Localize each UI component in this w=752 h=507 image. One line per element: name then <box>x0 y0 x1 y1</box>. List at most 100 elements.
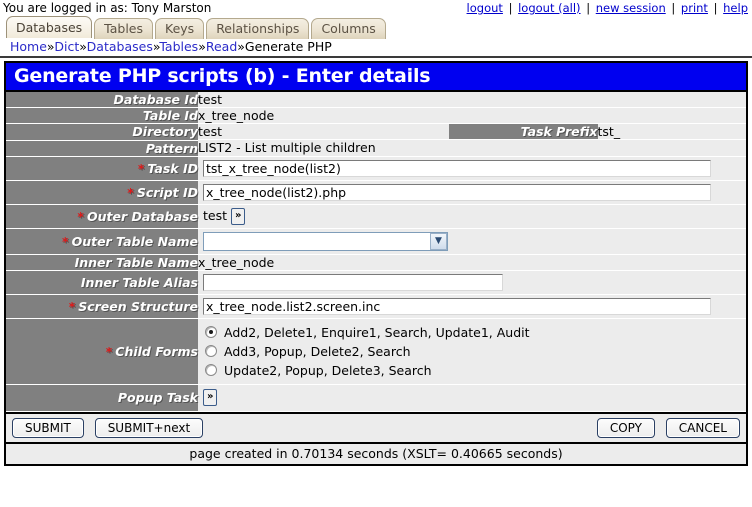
label-text-child-forms: Child Forms <box>115 343 198 359</box>
inner-table-alias-input[interactable] <box>203 273 503 291</box>
row-database-id: Database Id test <box>6 92 746 108</box>
label-directory: Directory <box>6 123 198 141</box>
breadcrumb-item-databases[interactable]: Databases <box>87 39 153 54</box>
submit-next-button[interactable]: SUBMIT+next <box>94 417 204 438</box>
logout-link[interactable]: logout <box>467 1 503 15</box>
cell-task-id <box>198 156 746 181</box>
required-marker-child-forms: * <box>105 343 113 359</box>
breadcrumb-sep-2: » <box>79 39 87 54</box>
label-database-id: Database Id <box>6 92 198 108</box>
child-forms-option-2[interactable]: Add3, Popup, Delete2, Search <box>203 342 746 361</box>
page-footer: page created in 0.70134 seconds (XSLT= 0… <box>6 441 746 464</box>
label-screen-structure: * Screen Structure <box>6 294 198 319</box>
outer-table-name-select-wrap: ▼ <box>203 231 448 251</box>
label-task-id: * Task ID <box>6 156 198 181</box>
form-panel: Generate PHP scripts (b) - Enter details… <box>4 61 748 466</box>
outer-database-picker-button[interactable]: » <box>231 207 246 225</box>
radio-icon-option-2[interactable] <box>205 345 217 357</box>
label-task-prefix: Task Prefix <box>449 124 598 140</box>
row-screen-structure: * Screen Structure <box>6 294 746 319</box>
value-pattern: LIST2 - List multiple children <box>198 140 746 157</box>
outer-table-name-select[interactable] <box>203 231 448 251</box>
top-links: logout | logout (all) | new session | pr… <box>467 0 748 16</box>
cell-popup-task: » <box>198 384 746 412</box>
label-inner-table-name: Inner Table Name <box>6 254 198 271</box>
value-database-id: test <box>198 92 746 108</box>
copy-button[interactable]: COPY <box>596 417 655 438</box>
spacer-directory <box>381 124 449 140</box>
cell-outer-table-name: ▼ <box>198 228 746 255</box>
row-outer-database: * Outer Database test » <box>6 204 746 229</box>
button-bar: SUBMIT SUBMIT+next COPY CANCEL <box>6 411 746 442</box>
label-inner-table-alias: Inner Table Alias <box>6 270 198 295</box>
required-marker-task-id: * <box>137 160 145 176</box>
tab-tables[interactable]: Tables <box>94 18 153 39</box>
value-outer-database: test <box>203 207 228 223</box>
directory-subtable: test Task Prefix tst_ <box>198 124 746 140</box>
cell-child-forms: Add2, Delete1, Enquire1, Search, Update1… <box>198 318 746 385</box>
label-child-forms: * Child Forms <box>6 318 198 385</box>
required-marker-outer-table-name: * <box>62 233 69 249</box>
radio-icon-option-1[interactable] <box>205 326 217 338</box>
tab-keys[interactable]: Keys <box>155 18 205 39</box>
breadcrumb-item-dict[interactable]: Dict <box>54 39 79 54</box>
details-form: Database Id test Table Id x_tree_node Di… <box>6 92 746 412</box>
row-task-id: * Task ID <box>6 156 746 181</box>
label-table-id: Table Id <box>6 107 198 124</box>
submit-button[interactable]: SUBMIT <box>12 417 84 438</box>
tab-bar: Databases Tables Keys Relationships Columns <box>0 16 752 39</box>
script-id-input[interactable] <box>203 183 711 201</box>
tab-relationships[interactable]: Relationships <box>206 18 310 39</box>
required-marker-outer-database: * <box>77 208 84 224</box>
link-separator-2: | <box>586 1 591 15</box>
tab-columns[interactable]: Columns <box>311 18 386 39</box>
task-id-input[interactable] <box>203 159 711 177</box>
tab-databases[interactable]: Databases <box>6 16 93 38</box>
button-bar-right: COPY CANCEL <box>596 417 740 438</box>
row-child-forms: * Child Forms Add2, Delete1, Enquire1, Se… <box>6 318 746 385</box>
label-text-screen-structure: Screen Structure <box>78 298 198 314</box>
breadcrumb-item-read[interactable]: Read <box>206 39 237 54</box>
popup-task-picker-button[interactable]: » <box>203 388 218 406</box>
label-text-script-id: Script ID <box>136 184 198 200</box>
button-bar-left: SUBMIT SUBMIT+next <box>12 417 204 438</box>
help-link[interactable]: help <box>723 1 748 15</box>
value-table-id: x_tree_node <box>198 107 746 124</box>
row-pattern: Pattern LIST2 - List multiple children <box>6 140 746 157</box>
row-table-id: Table Id x_tree_node <box>6 107 746 124</box>
link-separator-3: | <box>671 1 676 15</box>
breadcrumb-item-current: Generate PHP <box>244 39 332 54</box>
value-directory: test <box>198 124 381 140</box>
radio-icon-option-3[interactable] <box>205 364 217 376</box>
child-forms-option-1[interactable]: Add2, Delete1, Enquire1, Search, Update1… <box>203 323 746 342</box>
child-forms-option-3-label: Update2, Popup, Delete3, Search <box>224 362 432 378</box>
cell-script-id <box>198 180 746 205</box>
breadcrumb-sep-5: » <box>237 39 245 54</box>
link-separator-1: | <box>508 1 513 15</box>
breadcrumb-item-tables[interactable]: Tables <box>159 39 198 54</box>
row-inner-table-alias: Inner Table Alias <box>6 270 746 295</box>
row-directory: Directory test Task Prefix tst_ <box>6 123 746 141</box>
cancel-button[interactable]: CANCEL <box>665 417 740 438</box>
value-inner-table-name: x_tree_node <box>198 254 746 271</box>
row-popup-task: Popup Task » <box>6 384 746 412</box>
cell-screen-structure <box>198 294 746 319</box>
required-marker-screen-structure: * <box>68 298 76 314</box>
breadcrumb-item-home[interactable]: Home <box>10 39 47 54</box>
top-status-bar: You are logged in as: Tony Marston logou… <box>0 0 752 16</box>
logout-all-link[interactable]: logout (all) <box>518 1 580 15</box>
row-outer-table-name: * Outer Table Name ▼ <box>6 228 746 255</box>
print-link[interactable]: print <box>681 1 708 15</box>
cell-outer-database: test » <box>198 204 746 229</box>
row-inner-table-name: Inner Table Name x_tree_node <box>6 254 746 271</box>
label-script-id: * Script ID <box>6 180 198 205</box>
required-marker-script-id: * <box>127 184 134 200</box>
link-separator-4: | <box>713 1 718 15</box>
cell-directory-and-prefix: test Task Prefix tst_ <box>198 124 746 141</box>
new-session-link[interactable]: new session <box>596 1 666 15</box>
screen-structure-input[interactable] <box>203 297 711 315</box>
breadcrumb: Home»Dict»Databases»Tables»Read»Generate… <box>0 38 752 58</box>
child-forms-option-3[interactable]: Update2, Popup, Delete3, Search <box>203 361 746 380</box>
label-outer-table-name: * Outer Table Name <box>6 228 198 255</box>
label-text-task-id: Task ID <box>147 160 198 176</box>
